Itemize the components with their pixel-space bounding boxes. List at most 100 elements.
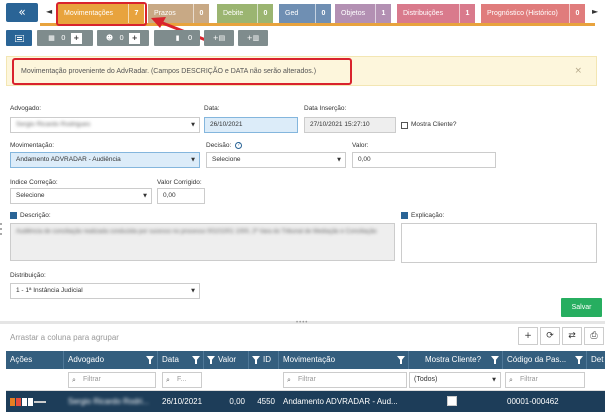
- tabs-scroll-left-icon[interactable]: ◄: [46, 7, 52, 16]
- tabs-scroll-right-icon[interactable]: ►: [592, 7, 598, 16]
- filter-movimentacao-input[interactable]: ⌕ Filtrar: [283, 372, 407, 388]
- calendar-icon[interactable]: [22, 397, 27, 406]
- column-header-mostra-cliente[interactable]: Mostra Cliente?: [409, 351, 503, 369]
- row-actions: [6, 391, 64, 412]
- valor-input[interactable]: 0,00: [352, 152, 496, 168]
- add-people-icon[interactable]: +: [129, 32, 141, 44]
- column-label: Det: [591, 355, 604, 364]
- chart-counter-button[interactable]: ▮ 0: [154, 30, 200, 46]
- valor-label: Valor:: [352, 142, 369, 149]
- export-icon[interactable]: ⎙: [584, 327, 604, 345]
- column-label: Mostra Cliente?: [425, 355, 482, 364]
- search-icon: ⌕: [509, 376, 513, 384]
- side-resize-handle[interactable]: [0, 220, 3, 246]
- explicacao-checkbox[interactable]: [401, 212, 408, 219]
- data-insercao-input: 27/10/2021 15:27:10: [304, 117, 396, 133]
- descricao-checkbox[interactable]: [10, 212, 17, 219]
- column-header-data[interactable]: Data: [158, 351, 204, 369]
- tab-distribuicoes[interactable]: Distribuições 1: [397, 4, 475, 23]
- movimentacao-select[interactable]: Andamento ADVRADAR - Audiência ▼: [10, 152, 200, 168]
- column-header-id[interactable]: ID: [249, 351, 279, 369]
- highlight-box-tab: [56, 2, 147, 26]
- tab-objetos[interactable]: Objetos 1: [335, 4, 391, 23]
- people-counter-button[interactable]: ☻ 0 +: [97, 30, 149, 46]
- list-icon: [14, 34, 24, 42]
- filter-icon[interactable]: [252, 356, 260, 364]
- list-view-button[interactable]: [6, 30, 32, 46]
- column-label: Valor: [218, 355, 237, 364]
- mostra-cliente-checkbox[interactable]: [401, 122, 408, 129]
- delete-icon[interactable]: [16, 397, 21, 406]
- explicacao-textarea[interactable]: [401, 223, 597, 263]
- descricao-value: Audiência de conciliação realizada condu…: [16, 229, 377, 235]
- column-header-advogado[interactable]: Advogado: [64, 351, 158, 369]
- filter-mostra-cliente-select[interactable]: (Todos) ▼: [409, 372, 501, 388]
- chevron-down-icon: ▼: [191, 122, 195, 128]
- tab-label: Objetos: [341, 10, 366, 17]
- tab-prognostico-historico[interactable]: Prognóstico (Histórico) 0: [481, 4, 585, 23]
- info-icon[interactable]: ?: [235, 142, 243, 149]
- column-label: Data: [162, 355, 179, 364]
- column-header-valor[interactable]: Valor: [204, 351, 249, 369]
- tab-label: Prognóstico (Histórico): [487, 10, 558, 17]
- distribuicao-select[interactable]: 1 - 1ª Instância Judicial ▼: [10, 283, 200, 299]
- column-header-det[interactable]: Det: [587, 351, 605, 369]
- descricao-textarea: Audiência de conciliação realizada condu…: [10, 223, 395, 261]
- valor-corrigido-input[interactable]: 0,00: [157, 188, 205, 204]
- column-header-acoes[interactable]: Ações: [6, 351, 64, 369]
- filter-codigo-input[interactable]: ⌕ Filtrar: [505, 372, 585, 388]
- data-label: Data:: [204, 105, 220, 112]
- advogado-label: Advogado:: [10, 105, 42, 112]
- indice-correcao-label: Indice Correção:: [10, 179, 58, 186]
- decisao-select[interactable]: Selecione ▼: [206, 152, 346, 168]
- filter-advogado-input[interactable]: ⌕ Filtrar: [68, 372, 156, 388]
- save-button[interactable]: Salvar: [561, 298, 602, 317]
- table-row[interactable]: Sergio Ricardo Rodri... 26/10/2021 0,00 …: [6, 391, 605, 412]
- filter-icon[interactable]: [575, 356, 583, 364]
- chevron-down-icon: ▼: [337, 157, 341, 163]
- add-document-button[interactable]: +▤: [204, 30, 234, 46]
- data-input[interactable]: 26/10/2021: [204, 117, 298, 133]
- panel-splitter[interactable]: ••••: [0, 320, 605, 326]
- indice-correcao-select[interactable]: Selecione ▼: [10, 188, 152, 204]
- tab-ged[interactable]: Ged 0: [279, 4, 331, 23]
- column-label: Ações: [10, 355, 33, 364]
- add-clipboard-button[interactable]: +▥: [238, 30, 268, 46]
- filter-icon[interactable]: [207, 356, 215, 364]
- decisao-label-text: Decisão:: [206, 142, 232, 150]
- tab-debite[interactable]: Debite 0: [217, 4, 273, 23]
- advogado-select[interactable]: Sergio Ricardo Rodrigues ▼: [10, 117, 200, 133]
- filter-data-input[interactable]: ⌕ F...: [162, 372, 202, 388]
- edit-icon[interactable]: [10, 397, 15, 406]
- decisao-label: Decisão: ?: [206, 142, 243, 150]
- add-document-icon: +▤: [212, 34, 226, 42]
- tab-count-badge: 1: [375, 4, 391, 23]
- filter-icon[interactable]: [397, 356, 405, 364]
- app-root: « ◄ Movimentações 7 Prazos 0 Debite 0 Ge…: [0, 0, 605, 412]
- search-icon: ⌕: [166, 376, 170, 384]
- tab-count-badge: 0: [315, 4, 331, 23]
- decisao-value: Selecione: [212, 156, 241, 163]
- swap-icon[interactable]: ⇄: [562, 327, 582, 345]
- calendar-counter-button[interactable]: ▦ 0 +: [37, 30, 93, 46]
- refresh-icon[interactable]: ⟳: [540, 327, 560, 345]
- record-toolbar: ▦ 0 + ☻ 0 + ▮ 0 +▤ +▥: [0, 28, 605, 48]
- user-icon[interactable]: [28, 397, 33, 406]
- column-header-movimentacao[interactable]: Movimentação: [279, 351, 409, 369]
- filter-icon[interactable]: [146, 356, 154, 364]
- row-mostra-cliente-checkbox[interactable]: [447, 396, 457, 406]
- group-by-hint: Arrastar a coluna para agrupar: [10, 333, 119, 342]
- tab-label: Distribuições: [403, 10, 444, 17]
- calendar-icon: ▦: [48, 34, 55, 42]
- filter-icon[interactable]: [192, 356, 200, 364]
- filter-all-value: (Todos): [414, 376, 438, 383]
- column-header-codigo[interactable]: Código da Pas...: [503, 351, 587, 369]
- close-icon[interactable]: ×: [574, 66, 582, 76]
- add-clipboard-icon: +▥: [246, 34, 260, 42]
- grid-header: Ações Advogado Data Valor ID Movimentaçã…: [6, 351, 605, 369]
- add-icon[interactable]: +: [518, 327, 538, 345]
- more-icon[interactable]: [34, 400, 46, 403]
- filter-icon[interactable]: [491, 356, 499, 364]
- collapse-back-button[interactable]: «: [6, 3, 38, 22]
- add-calendar-icon[interactable]: +: [70, 32, 82, 44]
